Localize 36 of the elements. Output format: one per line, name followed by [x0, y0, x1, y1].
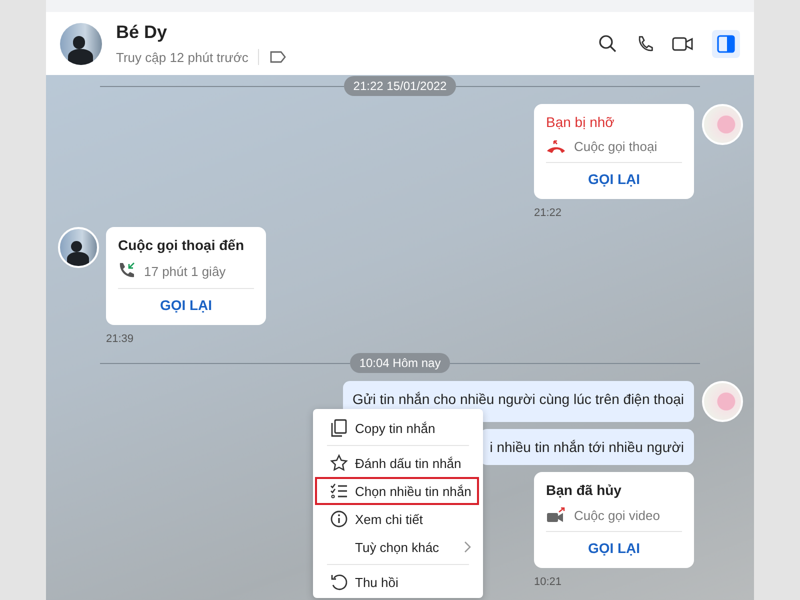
- menu-item[interactable]: Tuỳ chọn khác: [315, 533, 481, 561]
- video-call-icon: [546, 507, 566, 523]
- message-time: 21:39: [106, 333, 135, 345]
- message-time: 10:21: [534, 576, 562, 588]
- call-detail: 17 phút 1 giây: [144, 264, 226, 278]
- last-seen-status: Truy cập 12 phút trước: [116, 50, 248, 64]
- info-icon: [330, 510, 348, 528]
- chevron-right-icon: [463, 541, 471, 553]
- video-camera-icon[interactable]: [672, 36, 694, 52]
- menu-item[interactable]: Đánh dấu tin nhắn: [315, 449, 481, 477]
- avatar-silhouette: [60, 22, 102, 64]
- missed-call-icon: [546, 140, 566, 154]
- incoming-call-icon: [118, 262, 136, 280]
- undo-icon: [330, 573, 348, 591]
- search-icon[interactable]: [598, 34, 618, 54]
- menu-item[interactable]: Chọn nhiều tin nhắn: [315, 477, 479, 505]
- call-detail: Cuộc gọi thoại: [574, 139, 658, 154]
- phone-icon[interactable]: [636, 34, 654, 52]
- message-time: 21:22: [534, 207, 562, 219]
- star-icon: [330, 454, 348, 472]
- date-separator: 21:22 15/01/2022: [344, 76, 456, 96]
- tag-icon[interactable]: [269, 50, 288, 64]
- call-back-button[interactable]: GỌI LẠI: [118, 289, 254, 321]
- call-title: Bạn đã hủy: [546, 482, 622, 498]
- side-panel-toggle[interactable]: [712, 30, 740, 58]
- contact-name: Bé Dy: [116, 22, 168, 43]
- copy-icon: [331, 419, 347, 437]
- call-back-button[interactable]: GỌI LẠI: [546, 163, 682, 195]
- call-title: Cuộc gọi thoại đến: [118, 237, 245, 253]
- menu-item[interactable]: Xem chi tiết: [315, 505, 481, 533]
- checklist-icon: [330, 483, 348, 499]
- call-detail: Cuộc gọi video: [574, 508, 660, 522]
- date-separator: 10:04 Hôm nay: [350, 353, 450, 373]
- call-back-button[interactable]: GỌI LẠI: [546, 532, 682, 564]
- call-title: Bạn bị nhỡ: [546, 114, 616, 130]
- menu-item[interactable]: Thu hồi: [315, 568, 481, 596]
